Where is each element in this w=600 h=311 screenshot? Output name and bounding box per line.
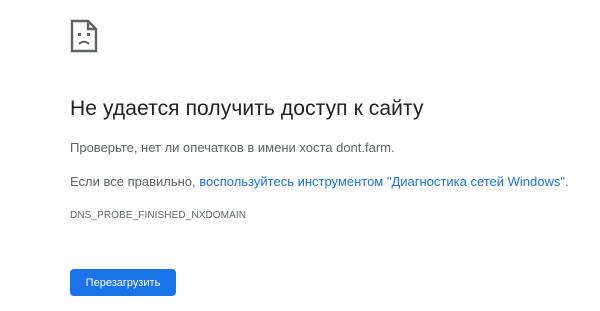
diagnostics-suggestion: Если все правильно, воспользуйтесь инстр…: [70, 174, 569, 189]
page-title: Не удается получить доступ к сайту: [70, 97, 424, 120]
suggestion-suffix: .: [565, 174, 569, 189]
error-page: Не удается получить доступ к сайту Прове…: [70, 19, 580, 296]
error-code: DNS_PROBE_FINISHED_NXDOMAIN: [70, 210, 247, 221]
reload-button[interactable]: Перезагрузить: [70, 269, 176, 296]
check-hostname-text: Проверьте, нет ли опечатков в имени хост…: [70, 140, 395, 155]
network-diagnostics-link[interactable]: воспользуйтесь инструментом "Диагностика…: [199, 174, 565, 189]
suggestion-prefix: Если все правильно,: [70, 174, 200, 189]
sad-page-icon: [70, 19, 98, 53]
